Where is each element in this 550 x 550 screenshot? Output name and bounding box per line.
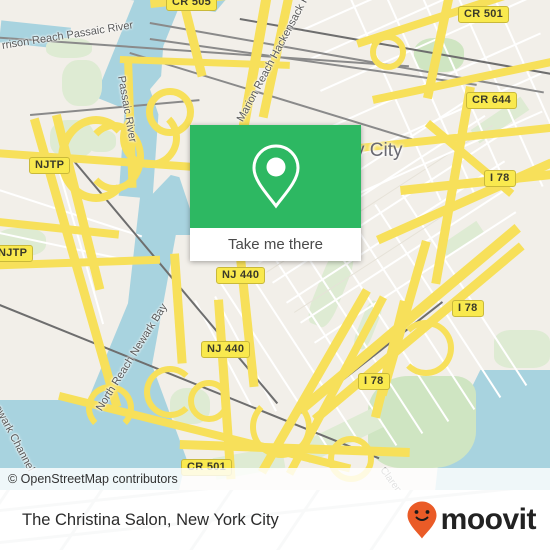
highway-cloverleaf-ne <box>370 34 406 70</box>
route-shield-njtp: NJTP <box>29 157 71 174</box>
park-small-mid <box>62 60 102 106</box>
popup-card-header <box>190 125 361 228</box>
moovit-map-screenshot: y City rrison Reach Passaic River Passai… <box>0 0 550 550</box>
map-pin-icon <box>251 143 300 209</box>
take-me-there-label: Take me there <box>227 236 324 253</box>
route-shield-nj440-north: NJ 440 <box>216 267 266 284</box>
map-attribution[interactable]: © OpenStreetMap contributors <box>0 468 550 490</box>
route-shield-i78-ne: I 78 <box>484 170 516 187</box>
page-footer: The Christina Salon, New York City moovi… <box>0 490 550 550</box>
route-shield-njtp-west: NJTP <box>0 245 34 262</box>
highway-ramp-sw <box>144 366 196 418</box>
highway-ramp-e <box>398 320 454 376</box>
highway-ramp-jc <box>250 396 312 458</box>
moovit-logo[interactable]: moovit <box>407 490 537 550</box>
popup-card-footer[interactable]: Take me there <box>190 228 361 261</box>
location-popup-card[interactable]: Take me there <box>190 125 361 261</box>
route-shield-cr505: CR 505 <box>166 0 218 11</box>
route-shield-cr501-north: CR 501 <box>458 6 510 23</box>
page-title: The Christina Salon, New York City <box>22 510 279 529</box>
place-label-jersey-city: y City <box>355 140 403 161</box>
moovit-smiley-pin-icon <box>407 501 437 539</box>
route-shield-cr644: CR 644 <box>466 92 518 109</box>
route-shield-nj440-south: NJ 440 <box>201 341 251 358</box>
route-shield-i78-east: I 78 <box>452 300 484 317</box>
route-shield-i78-south: I 78 <box>358 373 390 390</box>
moovit-wordmark: moovit <box>440 503 537 536</box>
